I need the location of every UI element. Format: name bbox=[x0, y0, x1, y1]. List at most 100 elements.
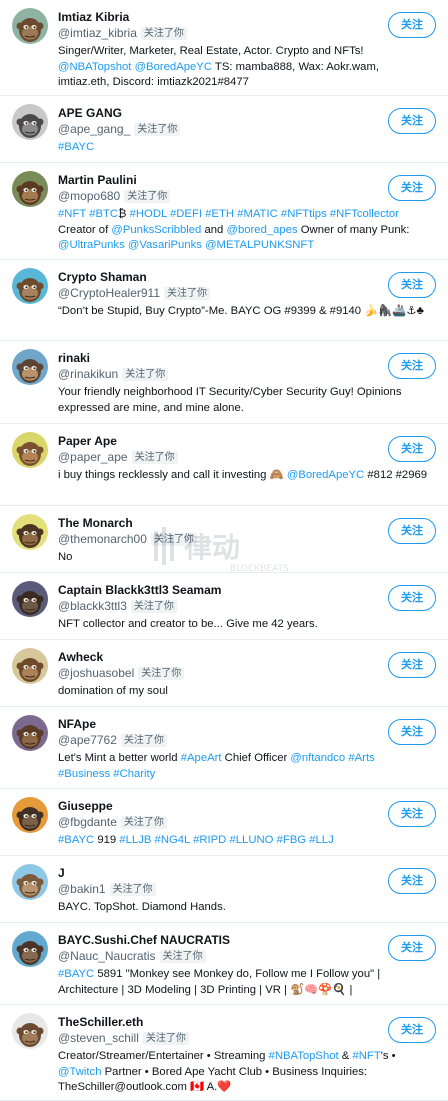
bio-link[interactable]: #ETH bbox=[205, 208, 234, 220]
bio-link[interactable]: @METALPUNKSNFT bbox=[205, 239, 314, 251]
follow-button[interactable]: 关注 bbox=[388, 868, 436, 894]
bio-link[interactable]: @BoredApeYC bbox=[135, 61, 212, 73]
user-name[interactable]: Captain Blackk3ttl3 Seamam bbox=[58, 582, 428, 598]
bio-link[interactable]: #RIPD bbox=[193, 834, 226, 846]
bio-link[interactable]: #NFT bbox=[58, 208, 86, 220]
ape-avatar-icon[interactable] bbox=[12, 931, 48, 967]
user-name[interactable]: J bbox=[58, 865, 428, 881]
user-handle[interactable]: @fbgdante bbox=[58, 815, 117, 829]
bio-link[interactable]: @Twitch bbox=[58, 1066, 101, 1078]
follow-button[interactable]: 关注 bbox=[388, 175, 436, 201]
user-handle[interactable]: @ape_gang_ bbox=[58, 122, 130, 136]
follow-button[interactable]: 关注 bbox=[388, 272, 436, 298]
bio-link[interactable]: #BAYC bbox=[58, 968, 94, 980]
bio-link[interactable]: #LLJ bbox=[309, 834, 334, 846]
list-item[interactable]: Awheck @joshuasobel 关注了你 domination of my s… bbox=[0, 640, 448, 707]
list-item[interactable]: Crypto Shaman @CryptoHealer911 关注了你 “Don’t … bbox=[0, 260, 448, 341]
ape-avatar-icon[interactable] bbox=[12, 432, 48, 468]
follow-button[interactable]: 关注 bbox=[388, 719, 436, 745]
bio-link[interactable]: @UltraPunks bbox=[58, 239, 125, 251]
user-handle[interactable]: @blackk3ttl3 bbox=[58, 599, 127, 613]
user-name[interactable]: Martin Paulini bbox=[58, 172, 428, 188]
user-name[interactable]: BAYC.Sushi.Chef NAUCRATIS bbox=[58, 932, 428, 948]
bio-link[interactable]: #NBATopShot bbox=[269, 1050, 339, 1062]
bio-link[interactable]: #BAYC bbox=[58, 834, 94, 846]
follow-button[interactable]: 关注 bbox=[388, 585, 436, 611]
bio-link[interactable]: #NFT bbox=[352, 1050, 380, 1062]
user-name[interactable]: Awheck bbox=[58, 649, 428, 665]
list-item[interactable]: Martin Paulini @mopo680 关注了你 #NFT #BTC₿ #HO… bbox=[0, 163, 448, 260]
user-handle[interactable]: @CryptoHealer911 bbox=[58, 286, 160, 300]
list-item[interactable]: Giuseppe @fbgdante 关注了你 #BAYC 919 #LLJB #NG… bbox=[0, 789, 448, 856]
list-item[interactable]: Captain Blackk3ttl3 Seamam @blackk3ttl3 关注… bbox=[0, 573, 448, 640]
user-name[interactable]: TheSchiller.eth bbox=[58, 1014, 428, 1030]
bio-link[interactable]: #NFTcollector bbox=[330, 208, 399, 220]
bio-link[interactable]: @VasariPunks bbox=[128, 239, 202, 251]
ape-avatar-icon[interactable] bbox=[12, 1013, 48, 1049]
user-name[interactable]: Imtiaz Kibria bbox=[58, 9, 428, 25]
bio-link[interactable]: #FBG bbox=[277, 834, 307, 846]
list-item[interactable]: TheSchiller.eth @steven_schill 关注了你 Creator… bbox=[0, 1005, 448, 1101]
ape-avatar-icon[interactable] bbox=[12, 715, 48, 751]
bio-link[interactable]: #MATIC bbox=[237, 208, 278, 220]
user-name[interactable]: The Monarch bbox=[58, 515, 428, 531]
user-handle[interactable]: @themonarch00 bbox=[58, 532, 147, 546]
bio-link[interactable]: #HODL bbox=[130, 208, 167, 220]
user-name[interactable]: APE GANG bbox=[58, 105, 428, 121]
follow-button[interactable]: 关注 bbox=[388, 935, 436, 961]
bio-link[interactable]: #Arts bbox=[348, 752, 374, 764]
bio-link[interactable]: @PunksScribbled bbox=[111, 224, 201, 236]
user-name[interactable]: NFApe bbox=[58, 716, 428, 732]
bio-link[interactable]: #BAYC bbox=[58, 141, 94, 153]
user-handle[interactable]: @steven_schill bbox=[58, 1031, 139, 1045]
user-handle[interactable]: @paper_ape bbox=[58, 450, 128, 464]
follow-button[interactable]: 关注 bbox=[388, 518, 436, 544]
user-handle[interactable]: @ape7762 bbox=[58, 733, 117, 747]
list-item[interactable]: J @bakin1 关注了你 BAYC. TopShot. Diamond Hands… bbox=[0, 856, 448, 923]
bio-link[interactable]: #ApeArt bbox=[181, 752, 222, 764]
bio-link[interactable]: #NFTtips bbox=[281, 208, 327, 220]
user-handle[interactable]: @mopo680 bbox=[58, 189, 120, 203]
follow-button[interactable]: 关注 bbox=[388, 353, 436, 379]
ape-avatar-icon[interactable] bbox=[12, 349, 48, 385]
user-handle[interactable]: @bakin1 bbox=[58, 882, 106, 896]
follow-button[interactable]: 关注 bbox=[388, 1017, 436, 1043]
bio-link[interactable]: #BTC bbox=[89, 208, 118, 220]
list-item[interactable]: Paper Ape @paper_ape 关注了你 i buy things reck… bbox=[0, 424, 448, 506]
list-item[interactable]: Imtiaz Kibria @imtiaz_kibria 关注了你 Singer/Wr… bbox=[0, 0, 448, 96]
follow-button[interactable]: 关注 bbox=[388, 801, 436, 827]
ape-avatar-icon[interactable] bbox=[12, 8, 48, 44]
ape-avatar-icon[interactable] bbox=[12, 864, 48, 900]
list-item[interactable]: rinaki @rinakikun 关注了你 Your friendly neighb… bbox=[0, 341, 448, 424]
ape-avatar-icon[interactable] bbox=[12, 171, 48, 207]
ape-avatar-icon[interactable] bbox=[12, 514, 48, 550]
user-handle[interactable]: @imtiaz_kibria bbox=[58, 26, 137, 40]
bio-link[interactable]: #NG4L bbox=[155, 834, 190, 846]
user-name[interactable]: Paper Ape bbox=[58, 433, 428, 449]
bio-link[interactable]: @BoredApeYC bbox=[287, 469, 364, 481]
user-handle[interactable]: @joshuasobel bbox=[58, 666, 134, 680]
user-name[interactable]: rinaki bbox=[58, 350, 428, 366]
bio-link[interactable]: @bored_apes bbox=[226, 224, 297, 236]
user-handle[interactable]: @Nauc_Naucratis bbox=[58, 949, 156, 963]
bio-link[interactable]: #Charity bbox=[113, 768, 155, 780]
ape-avatar-icon[interactable] bbox=[12, 268, 48, 304]
ape-avatar-icon[interactable] bbox=[12, 648, 48, 684]
user-handle[interactable]: @rinakikun bbox=[58, 367, 118, 381]
ape-avatar-icon[interactable] bbox=[12, 104, 48, 140]
bio-link[interactable]: @NBATopshot bbox=[58, 61, 131, 73]
bio-link[interactable]: #DEFI bbox=[170, 208, 202, 220]
user-name[interactable]: Crypto Shaman bbox=[58, 269, 428, 285]
list-item[interactable]: The Monarch @themonarch00 关注了你 No 关注 bbox=[0, 506, 448, 573]
user-name[interactable]: Giuseppe bbox=[58, 798, 428, 814]
ape-avatar-icon[interactable] bbox=[12, 581, 48, 617]
bio-link[interactable]: #LLJB bbox=[119, 834, 151, 846]
follow-button[interactable]: 关注 bbox=[388, 436, 436, 462]
ape-avatar-icon[interactable] bbox=[12, 797, 48, 833]
list-item[interactable]: NFApe @ape7762 关注了你 Let's Mint a better wor… bbox=[0, 707, 448, 789]
bio-link[interactable]: #Business bbox=[58, 768, 110, 780]
bio-link[interactable]: #LLUNO bbox=[229, 834, 273, 846]
follow-button[interactable]: 关注 bbox=[388, 108, 436, 134]
follow-button[interactable]: 关注 bbox=[388, 12, 436, 38]
list-item[interactable]: APE GANG @ape_gang_ 关注了你 #BAYC 关注 bbox=[0, 96, 448, 163]
